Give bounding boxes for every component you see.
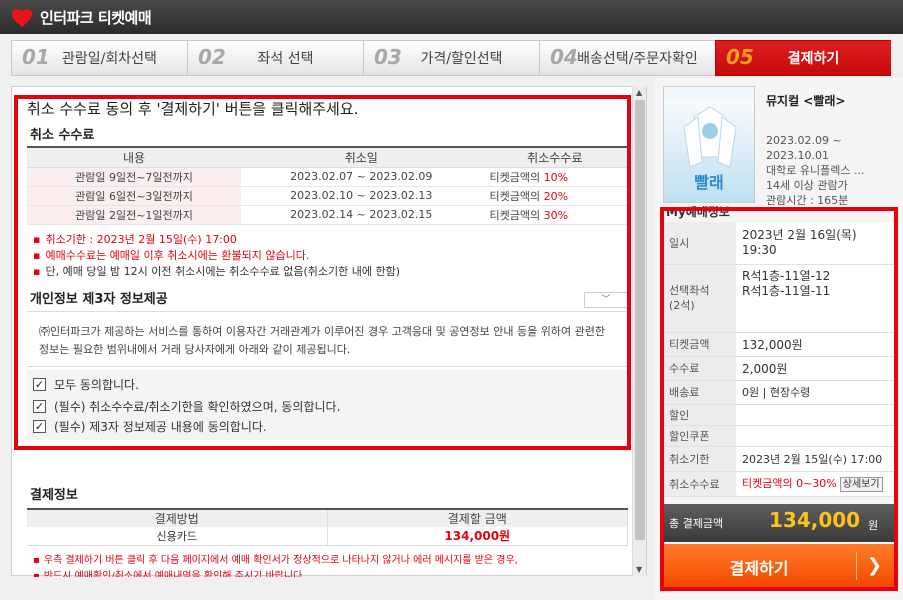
scroll-thumb[interactable] [635,100,645,540]
step-4: 04 배송선택/주문자확인 [539,40,715,76]
step-num: 05 [726,45,754,69]
payment-note-2: 반드시 예매확인/취소에서 예매내역을 확인해 주시기 바랍니다. [33,569,623,577]
step-1: 01 관람일/회차선택 [11,40,187,76]
highlight-box-booking [660,207,898,591]
show-period-end: 2023.10.01 [766,149,829,162]
pay-header-method: 결제방법 [27,509,328,527]
payment-info-table: 결제방법 결제할 금액 신용카드 134,000원 [27,508,628,546]
payment-note-1: 우측 결제하기 버튼 클릭 후 다음 페이지에서 예매 확인서가 정상적으로 나… [33,553,623,569]
scroll-down-icon[interactable]: ▼ [636,565,642,574]
highlight-box-agreement [14,95,631,450]
step-5-active: 05 결제하기 [715,40,891,76]
table-row: 신용카드 134,000원 [27,527,628,546]
show-title: 뮤지컬 <빨래> [766,94,846,108]
scroll-up-icon[interactable]: ▲ [636,88,642,97]
step-nav: 01 관람일/회차선택 02 좌석 선택 03 가격/할인선택 04 배송선택/주문자확… [11,40,891,76]
step-num: 02 [198,45,226,69]
show-runtime: 관람시간 : 165분 [766,194,849,207]
step-num: 01 [22,45,50,69]
show-age: 14세 이상 관람가 [766,179,848,192]
heart-logo-icon [12,8,32,28]
show-venue: 대학로 유니플렉스 ... [766,164,865,177]
top-bar: 인터파크 티켓예매 [0,0,903,34]
show-info: 2023.02.09 ~ 2023.10.01 대학로 유니플렉스 ... 14… [766,133,864,208]
step-2: 02 좌석 선택 [187,40,363,76]
payment-info-title: 결제정보 [30,488,78,503]
pay-header-amount: 결제할 금액 [327,509,628,527]
step-num: 04 [550,45,578,69]
show-period-start: 2023.02.09 ~ [766,134,842,147]
main-scrollbar[interactable]: ▲ ▼ [632,86,646,576]
show-poster: 빨래 [663,86,755,203]
payment-notes: 우측 결제하기 버튼 클릭 후 다음 페이지에서 예매 확인서가 정상적으로 나… [33,553,623,577]
step-3: 03 가격/할인선택 [363,40,539,76]
pay-amount: 134,000원 [327,527,628,546]
poster-title: 빨래 [694,173,724,192]
step-num: 03 [374,45,402,69]
brand-title: 인터파크 티켓예매 [40,9,152,27]
pay-method: 신용카드 [27,527,328,546]
